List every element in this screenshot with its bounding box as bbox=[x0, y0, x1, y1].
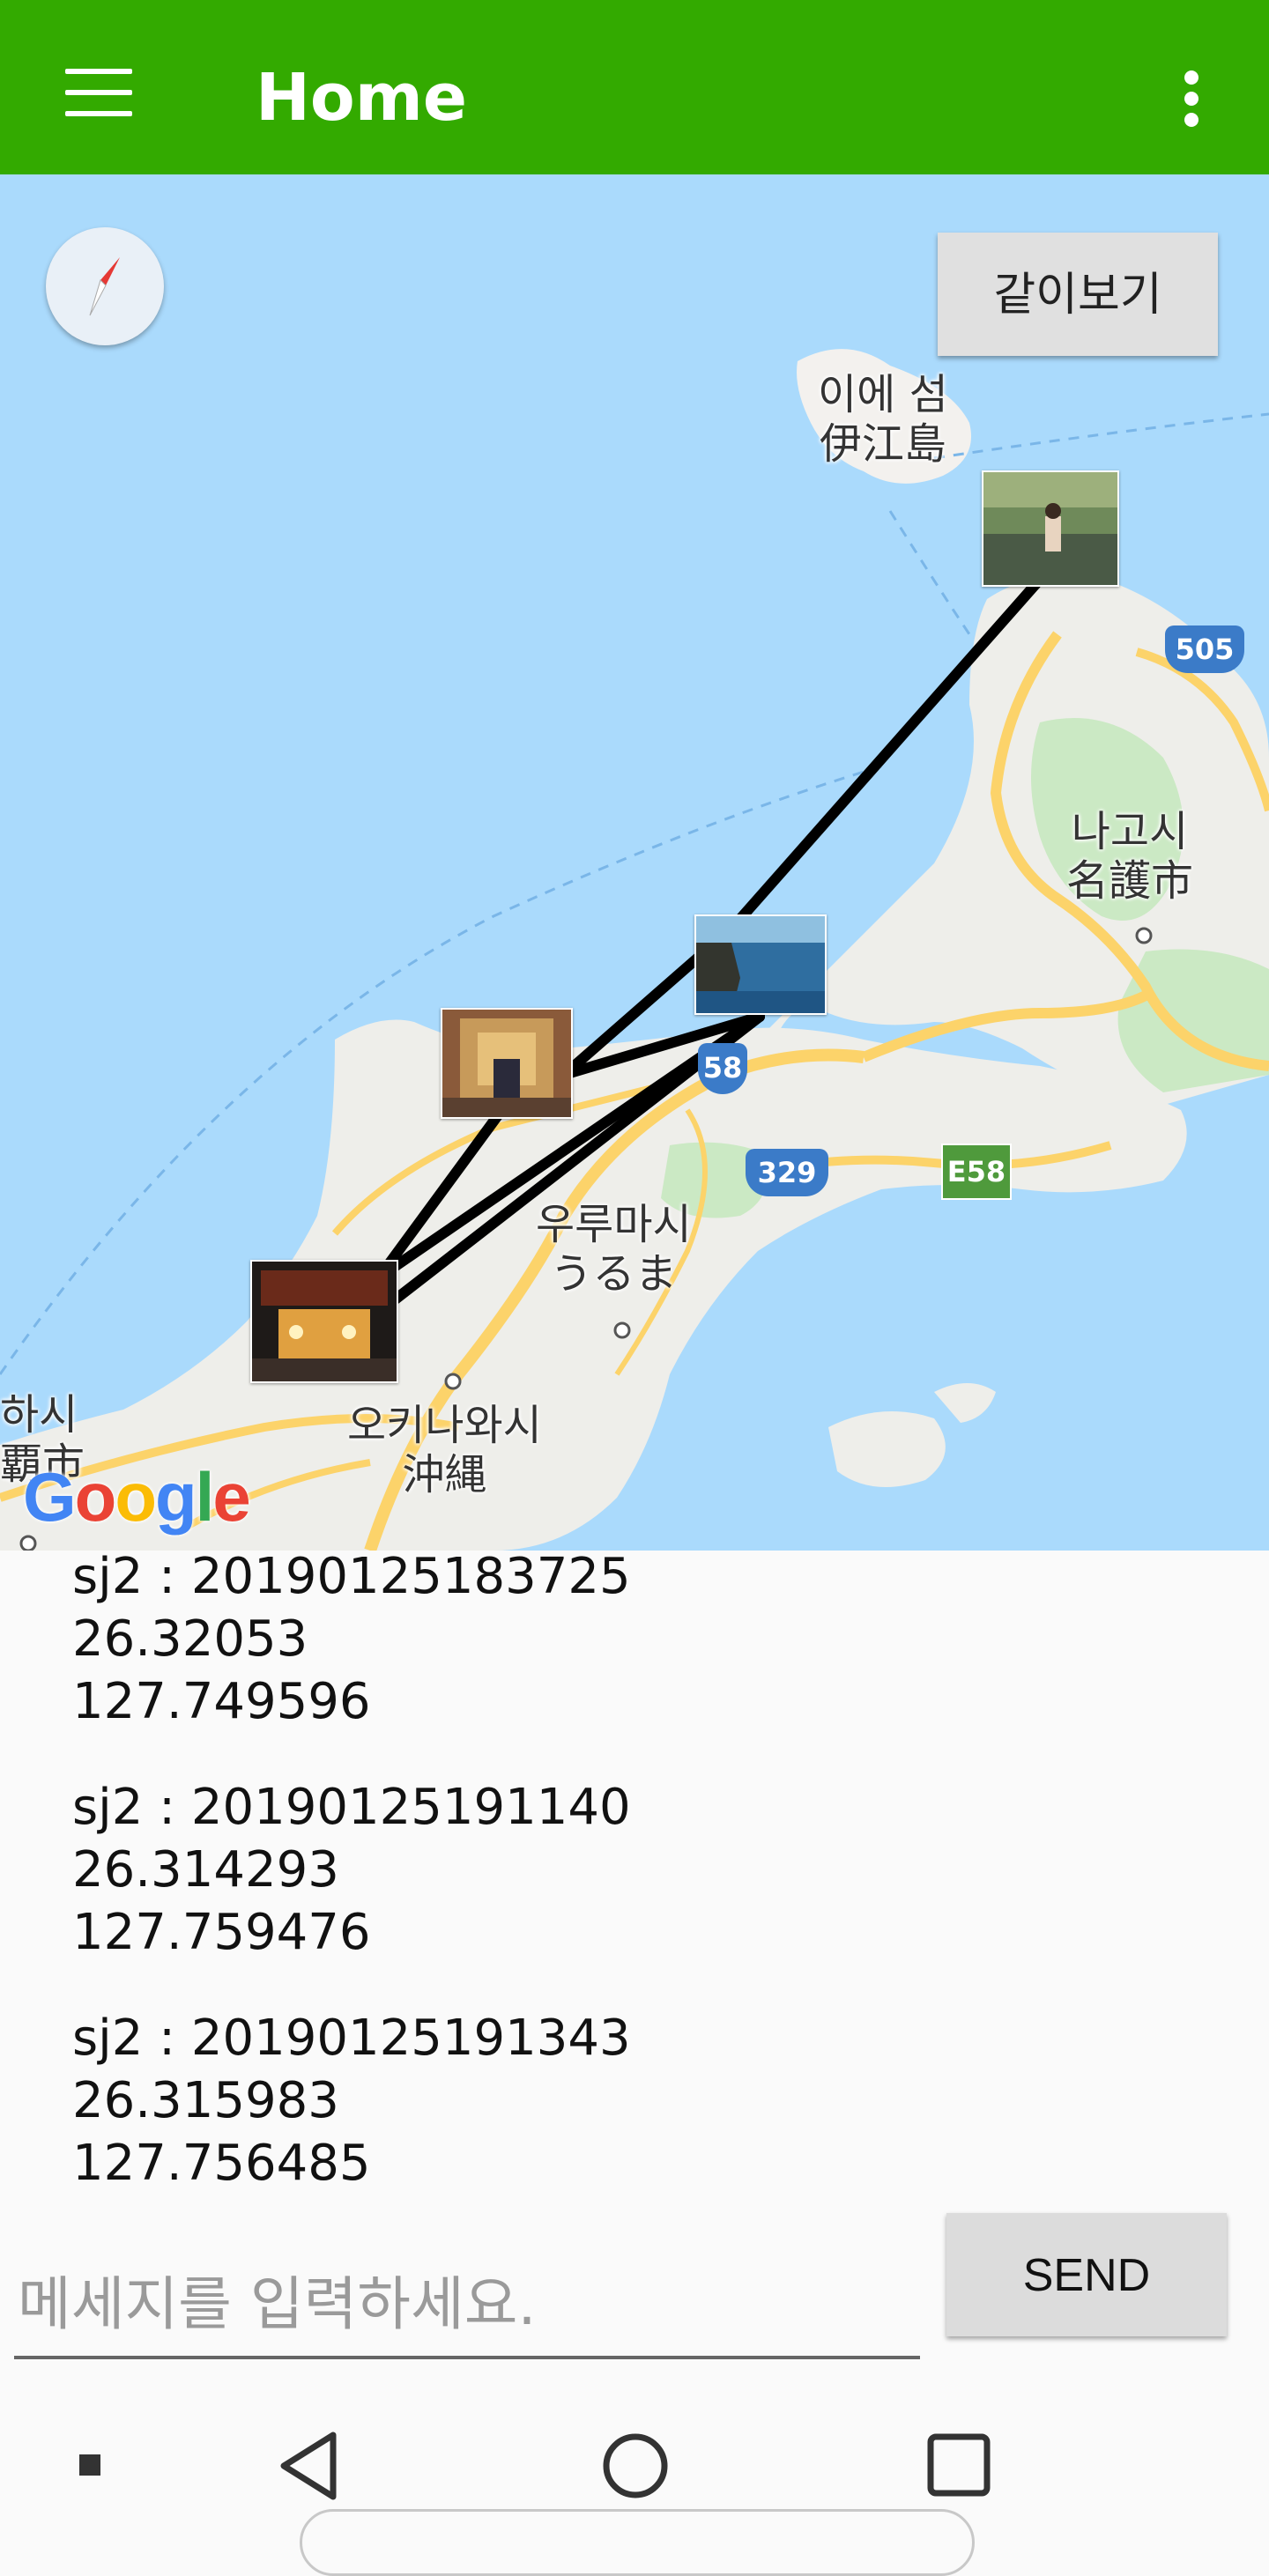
map-view[interactable]: 이에 섬 伊江島 나고시 名護市 우루마시 うるま 오키나와시 沖縄 하시 覇市… bbox=[0, 174, 1269, 1551]
page-title: Home bbox=[256, 60, 468, 136]
photo-thumbnail bbox=[983, 472, 1117, 585]
back-icon[interactable] bbox=[273, 2426, 344, 2506]
message-latitude: 26.32053 bbox=[72, 1610, 308, 1668]
view-together-button[interactable]: 같이보기 bbox=[938, 233, 1218, 356]
message-header: sj2 : 20190125183725 bbox=[72, 1551, 631, 1605]
message-longitude: 127.749596 bbox=[72, 1673, 371, 1730]
message-header: sj2 : 20190125191343 bbox=[72, 2010, 631, 2067]
square-dot-icon[interactable] bbox=[70, 2446, 109, 2484]
map-label-ie-island: 이에 섬 伊江島 bbox=[818, 370, 948, 469]
message-list[interactable]: sj2 : 20190125183725 26.32053 127.749596… bbox=[0, 1551, 1269, 2185]
message-header: sj2 : 20190125191140 bbox=[72, 1779, 631, 1836]
compass-icon[interactable] bbox=[46, 227, 164, 345]
hamburger-menu-icon[interactable] bbox=[55, 63, 132, 125]
list-item: sj2 : 20190125191343 26.315983 127.75648… bbox=[72, 2007, 631, 2185]
message-longitude: 127.756485 bbox=[72, 2135, 371, 2185]
route-shield-58: 58 bbox=[698, 1043, 747, 1094]
photo-thumbnail bbox=[442, 1010, 571, 1117]
photo-marker-building[interactable] bbox=[441, 1008, 573, 1119]
photo-thumbnail bbox=[696, 916, 825, 1013]
message-latitude: 26.314293 bbox=[72, 1841, 339, 1899]
message-latitude: 26.315983 bbox=[72, 2072, 339, 2129]
message-input[interactable] bbox=[14, 2252, 920, 2359]
list-item: sj2 : 20190125183725 26.32053 127.749596 bbox=[72, 1551, 631, 1733]
photo-thumbnail bbox=[252, 1262, 397, 1381]
message-longitude: 127.759476 bbox=[72, 1904, 371, 1961]
home-icon[interactable] bbox=[596, 2426, 675, 2506]
photo-marker-cliff[interactable] bbox=[694, 914, 827, 1015]
route-shield-505: 505 bbox=[1165, 625, 1244, 673]
route-shield-329: 329 bbox=[746, 1149, 828, 1196]
map-label-okinawa: 오키나와시 沖縄 bbox=[347, 1401, 542, 1499]
map-label-nago: 나고시 名護市 bbox=[1066, 807, 1194, 906]
app-bar: Home bbox=[0, 0, 1269, 174]
list-item: sj2 : 20190125191140 26.314293 127.75947… bbox=[72, 1776, 631, 1964]
recents-icon[interactable] bbox=[924, 2426, 998, 2506]
gesture-handle[interactable] bbox=[300, 2509, 975, 2576]
map-label-uruma: 우루마시 うるま bbox=[536, 1200, 692, 1299]
photo-marker-north[interactable] bbox=[982, 470, 1119, 587]
photo-marker-shop[interactable] bbox=[250, 1260, 398, 1383]
compass-needle bbox=[89, 257, 120, 316]
send-button[interactable]: SEND bbox=[946, 2213, 1227, 2336]
route-shield-e58: E58 bbox=[941, 1144, 1012, 1200]
google-logo: Google bbox=[23, 1458, 251, 1536]
more-vert-icon[interactable] bbox=[1172, 63, 1211, 134]
